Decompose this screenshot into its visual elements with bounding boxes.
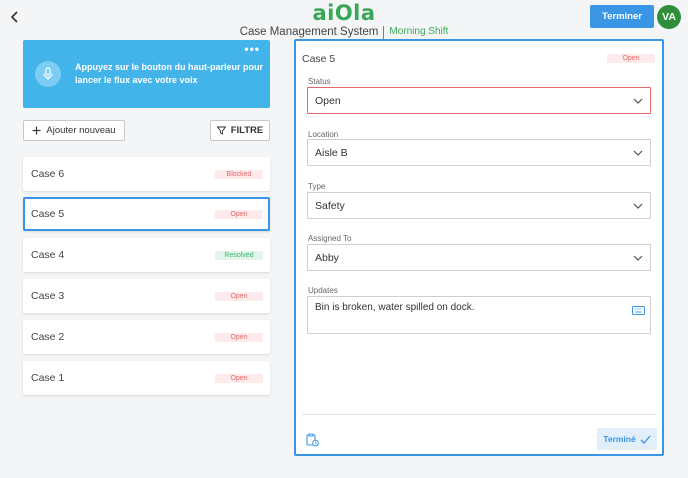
logo: aiOla — [312, 1, 376, 25]
clipboard-clock-icon[interactable] — [306, 433, 319, 447]
chevron-down-icon — [633, 203, 643, 209]
footer-divider — [302, 414, 656, 415]
case-name: Case 5 — [31, 208, 65, 220]
finish-button[interactable]: Terminer — [590, 5, 654, 28]
location-value: Aisle B — [315, 146, 348, 159]
status-field-label: Status — [308, 77, 331, 86]
avatar[interactable]: VA — [657, 5, 681, 29]
case-list-item[interactable]: Case 6 Blocked — [23, 157, 270, 191]
more-options-icon[interactable]: ••• — [244, 42, 260, 56]
plus-icon — [32, 126, 41, 135]
detail-title: Case 5 — [302, 53, 336, 65]
voice-prompt-text: Appuyez sur le bouton du haut-parleur po… — [75, 62, 263, 85]
status-badge: Open — [215, 373, 263, 383]
status-select[interactable]: Open — [307, 87, 651, 114]
type-field-label: Type — [308, 182, 326, 191]
app-title: Case Management System — [239, 26, 379, 38]
voice-prompt-card: Appuyez sur le bouton du haut-parleur po… — [23, 40, 270, 108]
case-name: Case 1 — [31, 372, 65, 384]
updates-field-label: Updates — [308, 286, 338, 295]
case-name: Case 2 — [31, 331, 65, 343]
add-new-label: Ajouter nouveau — [46, 125, 116, 136]
status-badge: Open — [215, 209, 263, 219]
keyboard-icon[interactable] — [632, 306, 645, 315]
filter-button[interactable]: FILTRE — [210, 120, 270, 141]
status-badge: Open — [215, 291, 263, 301]
updates-value: Bin is broken, water spilled on dock. — [315, 302, 475, 313]
case-name: Case 3 — [31, 290, 65, 302]
filter-icon — [216, 126, 226, 135]
header-divider — [383, 25, 385, 39]
header-subtitle: Case Management System Morning Shift — [0, 25, 688, 39]
case-list-item-selected[interactable]: Case 5 Open — [23, 197, 270, 231]
add-new-button[interactable]: Ajouter nouveau — [23, 120, 125, 141]
header: aiOla Case Management System Morning Shi… — [0, 2, 688, 39]
case-list-item[interactable]: Case 4 Resolved — [23, 238, 270, 272]
microphone-icon — [43, 67, 53, 80]
detail-status-badge: Open — [607, 54, 655, 63]
done-button[interactable]: Terminé — [597, 428, 657, 450]
done-label: Terminé — [603, 434, 636, 444]
case-list-item[interactable]: Case 2 Open — [23, 320, 270, 354]
case-detail-panel: Case 5 Open Status Open Location Aisle B… — [294, 39, 664, 456]
case-name: Case 6 — [31, 168, 65, 180]
status-value: Open — [315, 94, 341, 107]
shift-label: Morning Shift — [389, 26, 449, 37]
type-value: Safety — [315, 199, 345, 212]
filter-label: FILTRE — [230, 125, 264, 136]
chevron-down-icon — [633, 150, 643, 156]
status-badge: Resolved — [215, 250, 263, 260]
assigned-to-value: Abby — [315, 251, 339, 264]
status-badge: Blocked — [215, 169, 263, 179]
chevron-down-icon — [633, 255, 643, 261]
location-field-label: Location — [308, 130, 339, 139]
status-badge: Open — [215, 332, 263, 342]
chevron-down-icon — [633, 98, 643, 104]
checkmark-icon — [640, 435, 651, 444]
assigned-to-select[interactable]: Abby — [307, 244, 651, 271]
type-select[interactable]: Safety — [307, 192, 651, 219]
microphone-button[interactable] — [35, 61, 61, 87]
location-select[interactable]: Aisle B — [307, 139, 651, 166]
case-list-item[interactable]: Case 1 Open — [23, 361, 270, 395]
case-list-item[interactable]: Case 3 Open — [23, 279, 270, 313]
case-name: Case 4 — [31, 249, 65, 261]
assigned-field-label: Assigned To — [308, 234, 352, 243]
updates-textarea[interactable]: Bin is broken, water spilled on dock. — [307, 296, 651, 334]
